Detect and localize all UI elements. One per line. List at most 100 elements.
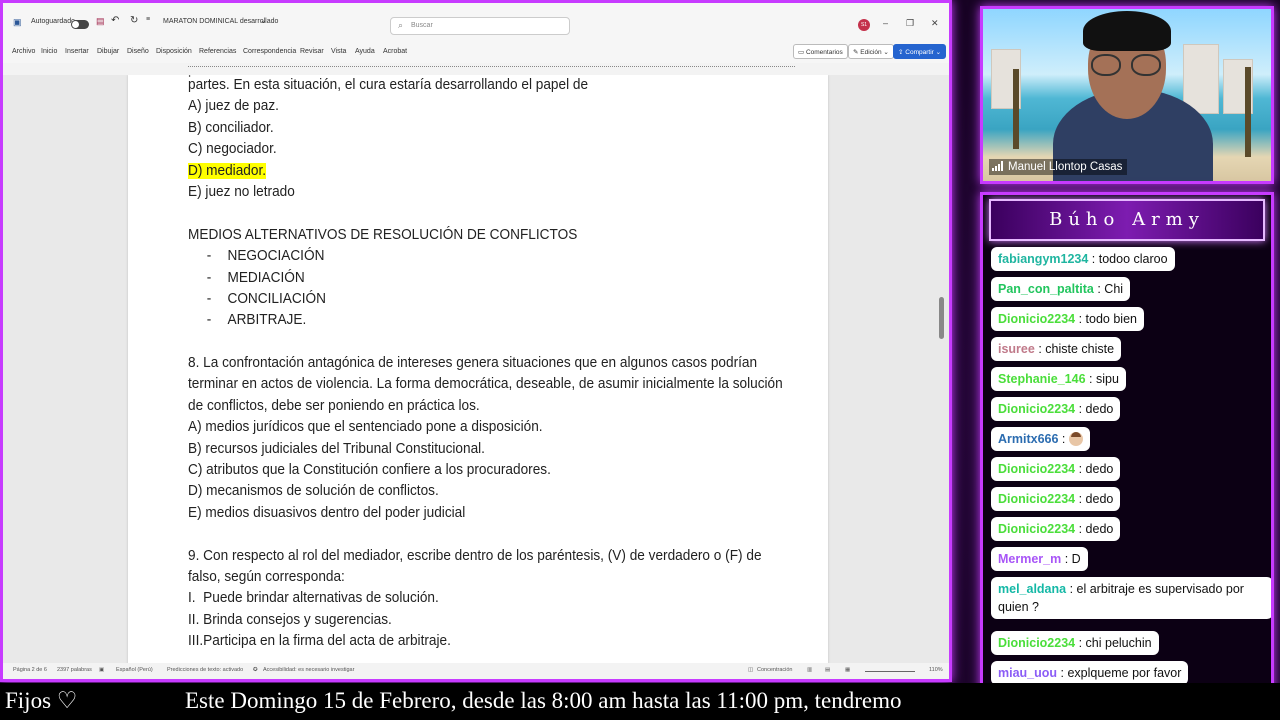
menu-diseno[interactable]: Diseño (127, 48, 149, 55)
menu-vista[interactable]: Vista (331, 48, 346, 55)
close-icon[interactable]: ✕ (931, 18, 939, 29)
list-item-text: ARBITRAJE. (227, 312, 307, 329)
chat-message: Dionicio2234 : dedo (991, 397, 1121, 421)
chat-username[interactable]: Dionicio2234 (998, 402, 1075, 416)
read-mode-icon[interactable]: ▥ (807, 667, 812, 673)
q8-option-c: C) atributos que la Constitución confier… (188, 462, 551, 479)
menu-insertar[interactable]: Insertar (65, 48, 89, 55)
word-count[interactable]: 2397 palabras (57, 667, 92, 673)
chat-username[interactable]: Dionicio2234 (998, 636, 1075, 650)
chevron-down-icon[interactable]: ⌄ (260, 16, 267, 25)
stream-scene: ▣ Autoguardado ▤ ↶ ↻ ≡ MARATON DOMINICAL… (0, 0, 1280, 720)
chat-text: chi peluchin (1085, 636, 1152, 650)
chat-username[interactable]: Dionicio2234 (998, 522, 1075, 536)
webcam-overlay: Manuel Llontop Casas (980, 6, 1274, 184)
chat-text: todo bien (1085, 312, 1137, 326)
chat-username[interactable]: Dionicio2234 (998, 462, 1075, 476)
chat-text: dedo (1085, 522, 1114, 536)
list-item: - ARBITRAJE. (206, 312, 307, 329)
option-b: B) conciliador. (188, 119, 274, 136)
menu-dibujar[interactable]: Dibujar (97, 48, 119, 55)
menu-correspondencia[interactable]: Correspondencia (243, 48, 296, 55)
section-heading: MEDIOS ALTERNATIVOS DE RESOLUCIÓN DE CON… (188, 226, 578, 243)
save-icon[interactable]: ▤ (96, 16, 105, 27)
menu-revisar[interactable]: Revisar (300, 48, 324, 55)
q8-option-a: A) medios jurídicos que el sentenciado p… (188, 419, 543, 436)
list-item: - CONCILIACIÓN (206, 290, 326, 307)
word-logo-icon: ▣ (13, 17, 22, 27)
undo-icon[interactable]: ↶ (111, 15, 119, 26)
ruler[interactable] (3, 63, 949, 75)
q8-option-e: E) medios disuasivos dentro del poder ju… (188, 504, 466, 521)
question-9-line-1: 9. Con respecto al rol del mediador, esc… (188, 547, 762, 564)
menu-referencias[interactable]: Referencias (199, 48, 236, 55)
minimize-icon[interactable]: – (883, 18, 888, 28)
chat-message: miau_uou : explqueme por favor (991, 661, 1189, 685)
option-e: E) juez no letrado (188, 183, 295, 200)
chat-text: chiste chiste (1045, 342, 1115, 356)
document-canvas[interactable]: p partes. En esta situación, el cura est… (3, 75, 949, 663)
chat-username[interactable]: Mermer_m (998, 552, 1061, 566)
zoom-level[interactable]: 110% (929, 667, 943, 673)
document-text[interactable]: partes. En esta situación, el cura estar… (188, 75, 783, 653)
highlighted-answer: D) mediador. (188, 162, 267, 179)
status-bar: Página 2 de 6 2397 palabras ▣ Español (P… (3, 663, 949, 679)
chat-message: Stephanie_146 : sipu (991, 367, 1126, 391)
chat-text: explqueme por favor (1067, 666, 1182, 680)
autosave-toggle[interactable] (71, 20, 89, 29)
list-item-text: CONCILIACIÓN (227, 290, 326, 307)
chat-message: Dionicio2234 : dedo (991, 457, 1121, 481)
ticker-text: Este Domingo 15 de Febrero, desde las 8:… (185, 688, 902, 713)
left-ruler (9, 75, 17, 663)
menu-ayuda[interactable]: Ayuda (355, 48, 375, 55)
web-layout-icon[interactable]: ▦ (845, 667, 850, 673)
chat-username[interactable]: Pan_con_paltita (998, 282, 1094, 296)
list-item: - NEGOCIACIÓN (206, 248, 325, 265)
avatar[interactable]: S1 (858, 19, 870, 31)
share-label: Compartir (905, 49, 934, 56)
participant-name-tag: Manuel Llontop Casas (989, 159, 1128, 175)
question-8-line-1: 8. La confrontación antagónica de intere… (188, 355, 758, 372)
chat-username[interactable]: isuree (998, 342, 1035, 356)
chat-username[interactable]: mel_aldana (998, 582, 1066, 596)
chat-message: Pan_con_paltita : Chi (991, 277, 1131, 301)
document-page[interactable]: p partes. En esta situación, el cura est… (128, 75, 828, 663)
chat-message: fabiangym1234 : todoo claroo (991, 247, 1175, 271)
accessibility-status[interactable]: Accesibilidad: es necesario investigar (263, 667, 354, 673)
chat-username[interactable]: fabiangym1234 (998, 252, 1088, 266)
page-count[interactable]: Página 2 de 6 (13, 667, 47, 673)
comments-button[interactable]: ▭ Comentarios (793, 44, 848, 59)
list-item-text: NEGOCIACIÓN (227, 248, 325, 265)
maximize-icon[interactable]: ❐ (906, 18, 914, 29)
webcam-video (983, 9, 1271, 181)
editing-button[interactable]: ✎ Edición ⌄ (848, 44, 894, 59)
share-button[interactable]: ⇪ Compartir ⌄ (893, 44, 947, 59)
comment-icon: ▭ (798, 49, 806, 56)
text-predictions[interactable]: Predicciones de texto: activado (167, 667, 243, 673)
chat-username[interactable]: Dionicio2234 (998, 312, 1075, 326)
menu-disposicion[interactable]: Disposición (156, 48, 192, 55)
chat-username[interactable]: Stephanie_146 (998, 372, 1086, 386)
chat-username[interactable]: Armitx666 (998, 432, 1058, 446)
proofing-icon[interactable]: ▣ (99, 667, 104, 673)
chat-username[interactable]: miau_uou (998, 666, 1057, 680)
glasses-icon (1091, 54, 1121, 76)
redo-icon[interactable]: ↻ (130, 15, 138, 26)
chat-username[interactable]: Dionicio2234 (998, 492, 1075, 506)
search-input[interactable]: ⌕ Buscar (390, 17, 570, 35)
zoom-slider[interactable] (865, 671, 915, 672)
autosave-label: Autoguardado (31, 18, 75, 25)
chat-message: Armitx666 : (991, 427, 1090, 451)
chat-title: Búho Army (989, 199, 1265, 241)
menu-inicio[interactable]: Inicio (41, 48, 57, 55)
language[interactable]: Español (Perú) (116, 667, 153, 673)
menu-acrobat[interactable]: Acrobat (383, 48, 407, 55)
customize-toolbar-icon[interactable]: ≡ (146, 16, 150, 23)
chat-text: dedo (1085, 462, 1114, 476)
search-icon: ⌕ (398, 20, 404, 30)
focus-mode[interactable]: Concentración (757, 667, 792, 673)
print-layout-icon[interactable]: ▤ (825, 667, 830, 673)
menu-archivo[interactable]: Archivo (12, 48, 35, 55)
vertical-scrollbar[interactable] (939, 297, 944, 339)
